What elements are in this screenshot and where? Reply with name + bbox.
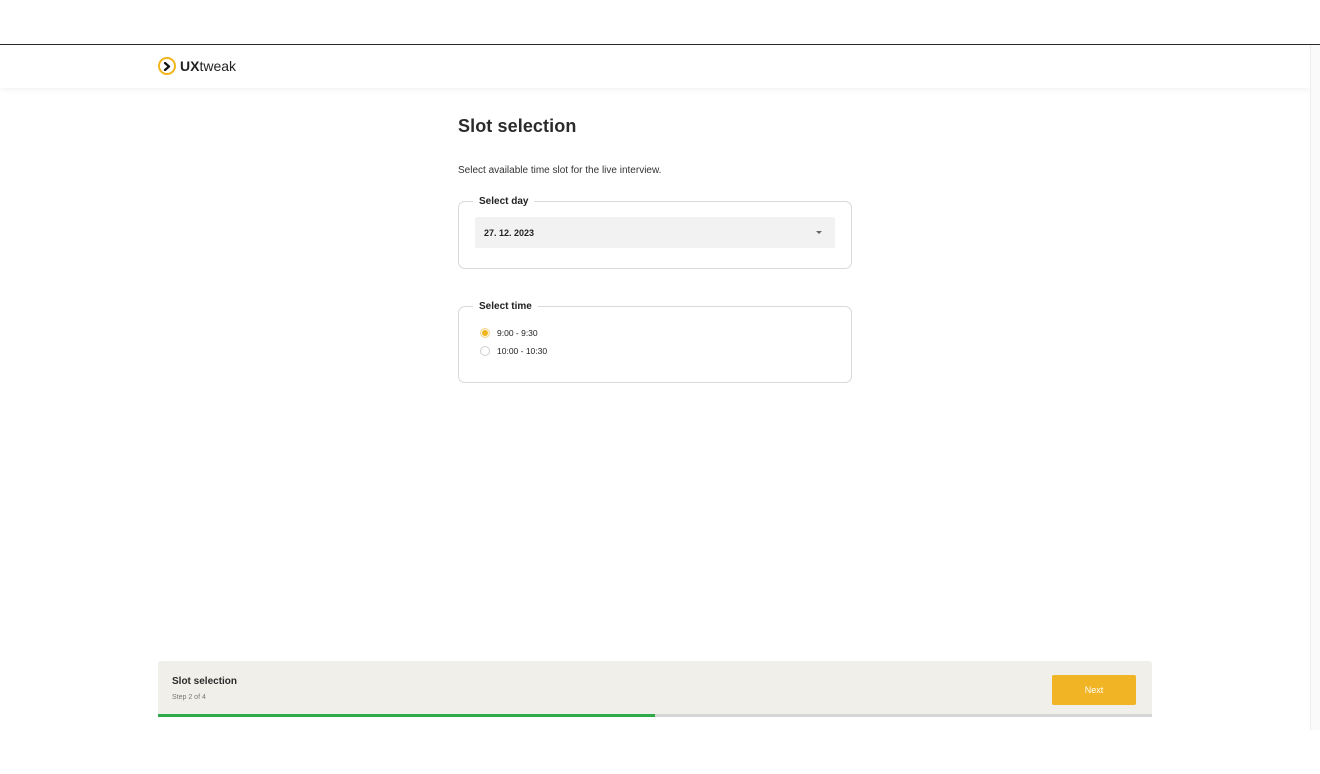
- page-title: Slot selection: [458, 116, 577, 136]
- select-time-group: Select time 9:00 - 9:30 10:00 - 10:30: [458, 301, 852, 383]
- main-content: Slot selection Select available time slo…: [458, 116, 852, 176]
- step-footer: Slot selection Step 2 of 4 Next: [158, 661, 1152, 717]
- page-description: Select available time slot for the live …: [458, 165, 662, 176]
- select-time-legend: Select time: [479, 301, 532, 312]
- caret-down-icon: [816, 231, 822, 234]
- app-header: UXtweak: [0, 45, 1310, 88]
- select-day-legend: Select day: [479, 196, 529, 207]
- progress-bar-fill: [158, 714, 655, 717]
- next-button[interactable]: Next: [1052, 675, 1136, 705]
- chevron-right-icon: [158, 57, 176, 75]
- uxtweak-logo[interactable]: UXtweak: [158, 57, 236, 75]
- brand-name: UXtweak: [180, 58, 237, 74]
- time-option[interactable]: 10:00 - 10:30: [475, 342, 835, 360]
- day-select-value: 27. 12. 2023: [484, 227, 535, 238]
- radio-button[interactable]: [480, 346, 490, 356]
- radio-dot: [482, 330, 488, 336]
- select-day-group: Select day 27. 12. 2023: [458, 196, 852, 269]
- time-option[interactable]: 9:00 - 9:30: [475, 324, 835, 342]
- time-option-label: 9:00 - 9:30: [497, 328, 538, 338]
- time-option-label: 10:00 - 10:30: [497, 346, 548, 356]
- day-select[interactable]: 27. 12. 2023: [475, 217, 835, 248]
- scrollbar[interactable]: [1310, 45, 1320, 730]
- radio-button[interactable]: [480, 328, 490, 338]
- footer-step-title: Slot selection: [172, 676, 238, 687]
- progress-bar: [158, 714, 1152, 717]
- footer-step-counter: Step 2 of 4: [172, 694, 206, 701]
